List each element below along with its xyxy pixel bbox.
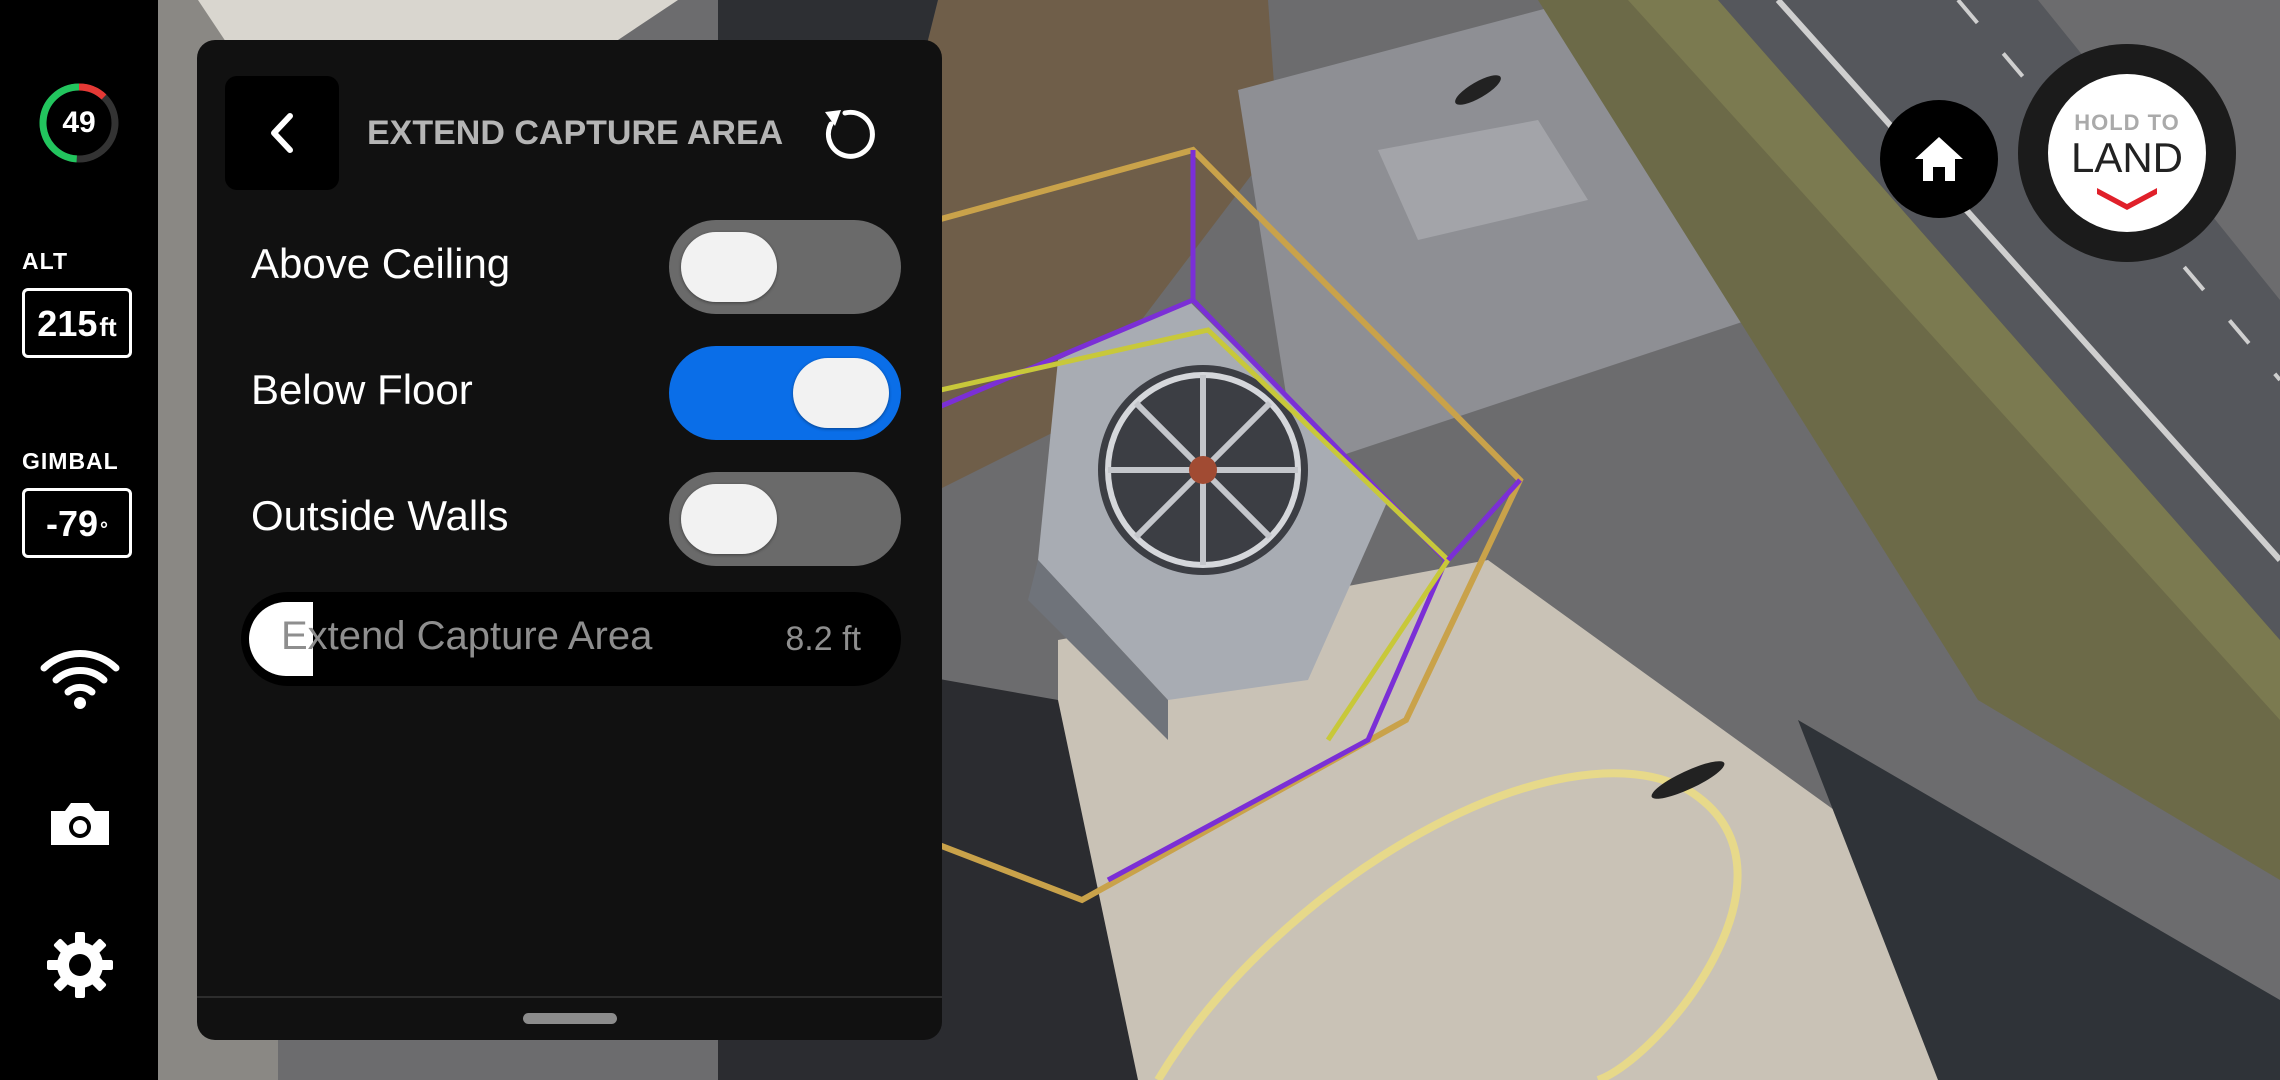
- hold-to-land-button[interactable]: HOLD TO LAND: [2018, 44, 2236, 262]
- wifi-icon[interactable]: [40, 643, 120, 713]
- slider-value: 8.2 ft: [785, 620, 861, 658]
- toggle-knob: [793, 358, 889, 428]
- chevron-left-icon: [271, 113, 293, 153]
- gimbal-readout: -79 °: [22, 488, 132, 558]
- above-ceiling-toggle[interactable]: [669, 220, 901, 314]
- extend-capture-panel: EXTEND CAPTURE AREA Above Ceiling Below …: [197, 40, 942, 1040]
- outside-walls-toggle[interactable]: [669, 472, 901, 566]
- land-button-face: HOLD TO LAND: [2048, 74, 2206, 232]
- slider-label: Extend Capture Area: [281, 614, 653, 658]
- home-icon: [1915, 137, 1963, 181]
- altitude-unit: ft: [99, 312, 117, 342]
- status-rail: 49 ALT 215 ft GIMBAL -79 °: [0, 0, 158, 1080]
- above-ceiling-label: Above Ceiling: [251, 240, 511, 287]
- toggle-knob: [681, 232, 777, 302]
- battery-percent: 49: [62, 106, 96, 139]
- panel-grab-handle[interactable]: [523, 1013, 617, 1024]
- back-button[interactable]: [225, 76, 339, 190]
- below-floor-label: Below Floor: [251, 366, 473, 413]
- gear-icon[interactable]: [40, 930, 120, 1000]
- chevron-down-icon: [2097, 188, 2157, 210]
- reset-icon: [825, 109, 875, 159]
- gimbal-label: GIMBAL: [22, 448, 119, 474]
- extend-capture-slider[interactable]: Extend Capture Area 8.2 ft: [241, 592, 901, 686]
- battery-indicator: 49: [36, 80, 122, 166]
- reset-button[interactable]: [815, 102, 879, 166]
- gimbal-value: -79: [45, 503, 99, 544]
- panel-title: EXTEND CAPTURE AREA: [367, 114, 784, 152]
- altitude-value: 215: [37, 303, 98, 344]
- altitude-label: ALT: [22, 248, 69, 274]
- gimbal-unit: °: [100, 519, 109, 541]
- outside-walls-label: Outside Walls: [251, 492, 509, 539]
- return-home-button[interactable]: [1880, 100, 1998, 218]
- camera-icon[interactable]: [40, 788, 120, 858]
- panel-divider: [197, 996, 942, 998]
- toggle-knob: [681, 484, 777, 554]
- altitude-readout: 215 ft: [22, 288, 132, 358]
- below-floor-toggle[interactable]: [669, 346, 901, 440]
- land-hold-text: HOLD TO: [2074, 110, 2180, 135]
- land-main-text: LAND: [2070, 134, 2184, 181]
